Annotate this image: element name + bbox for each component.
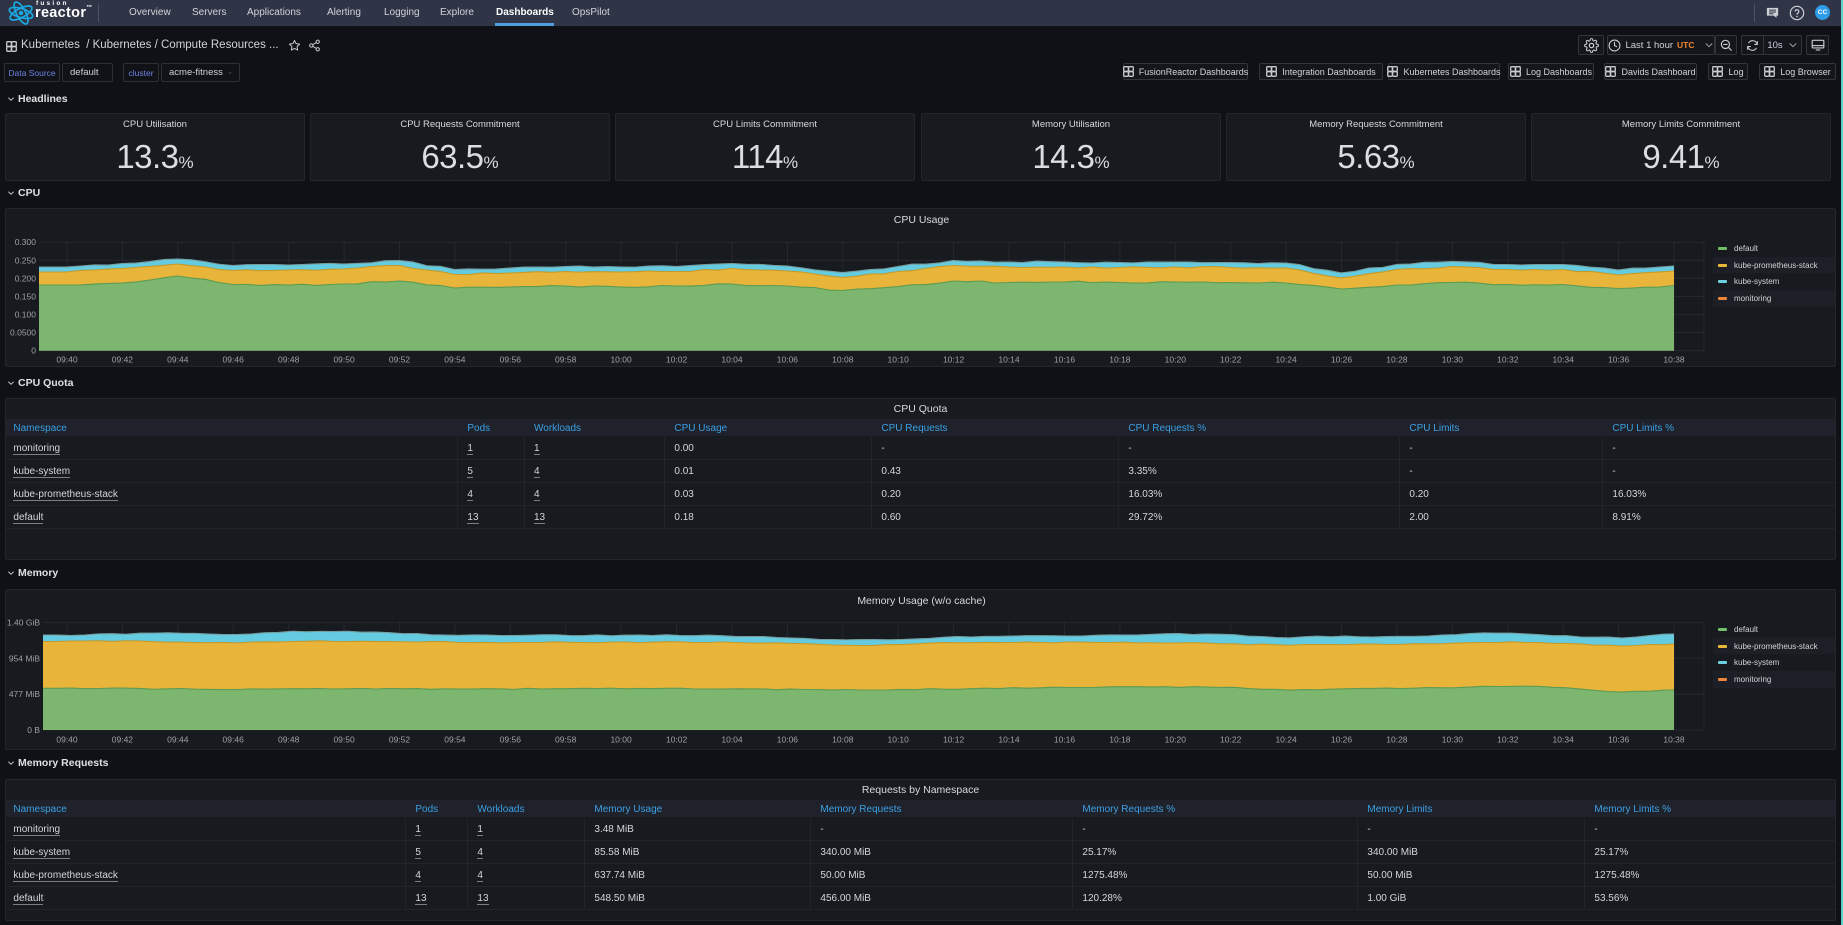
svg-text:10:28: 10:28	[1386, 735, 1408, 745]
svg-text:09:56: 09:56	[500, 355, 522, 365]
svg-text:10:06: 10:06	[777, 355, 799, 365]
svg-text:0.0500: 0.0500	[10, 328, 36, 338]
svg-text:10:24: 10:24	[1275, 735, 1297, 745]
svg-text:10:14: 10:14	[998, 355, 1020, 365]
svg-text:09:40: 09:40	[56, 355, 78, 365]
svg-text:10:02: 10:02	[666, 735, 688, 745]
svg-text:10:28: 10:28	[1386, 355, 1408, 365]
svg-text:CPU Usage: CPU Usage	[894, 214, 950, 226]
svg-text:09:44: 09:44	[167, 735, 189, 745]
svg-text:09:58: 09:58	[555, 735, 577, 745]
svg-text:10:30: 10:30	[1442, 735, 1464, 745]
svg-text:0.250: 0.250	[15, 255, 37, 265]
svg-text:10:04: 10:04	[721, 735, 743, 745]
svg-text:10:18: 10:18	[1109, 735, 1131, 745]
svg-text:10:08: 10:08	[832, 355, 854, 365]
svg-text:954 MiB: 954 MiB	[9, 653, 41, 663]
svg-text:09:50: 09:50	[333, 355, 355, 365]
svg-text:09:54: 09:54	[444, 355, 466, 365]
svg-text:10:08: 10:08	[832, 735, 854, 745]
svg-text:09:48: 09:48	[278, 355, 300, 365]
svg-text:10:18: 10:18	[1109, 355, 1131, 365]
svg-text:09:56: 09:56	[500, 735, 522, 745]
svg-text:0.150: 0.150	[15, 291, 37, 301]
svg-text:09:40: 09:40	[56, 735, 78, 745]
svg-text:10:32: 10:32	[1497, 355, 1519, 365]
svg-text:10:12: 10:12	[943, 735, 965, 745]
svg-text:477 MiB: 477 MiB	[9, 689, 41, 699]
svg-text:10:34: 10:34	[1553, 355, 1575, 365]
svg-text:10:14: 10:14	[998, 735, 1020, 745]
svg-text:10:00: 10:00	[610, 735, 632, 745]
svg-text:10:22: 10:22	[1220, 355, 1242, 365]
svg-text:Memory Usage (w/o cache): Memory Usage (w/o cache)	[857, 595, 985, 607]
svg-text:0.200: 0.200	[15, 273, 37, 283]
svg-text:09:42: 09:42	[112, 735, 134, 745]
svg-text:10:36: 10:36	[1608, 355, 1630, 365]
svg-text:10:30: 10:30	[1442, 355, 1464, 365]
svg-text:10:16: 10:16	[1054, 355, 1076, 365]
svg-text:09:42: 09:42	[112, 355, 134, 365]
svg-text:10:24: 10:24	[1275, 355, 1297, 365]
svg-text:10:36: 10:36	[1608, 735, 1630, 745]
svg-text:10:20: 10:20	[1165, 735, 1187, 745]
svg-text:09:48: 09:48	[278, 735, 300, 745]
svg-text:0.300: 0.300	[15, 237, 37, 247]
svg-text:09:46: 09:46	[223, 735, 245, 745]
svg-text:10:26: 10:26	[1331, 355, 1353, 365]
svg-text:10:26: 10:26	[1331, 735, 1353, 745]
svg-text:09:44: 09:44	[167, 355, 189, 365]
svg-text:1.40 GiB: 1.40 GiB	[7, 617, 40, 627]
svg-text:0.100: 0.100	[15, 310, 37, 320]
svg-text:09:46: 09:46	[223, 355, 245, 365]
svg-text:10:38: 10:38	[1663, 355, 1685, 365]
svg-text:10:00: 10:00	[610, 355, 632, 365]
svg-text:10:10: 10:10	[888, 355, 910, 365]
svg-text:0 B: 0 B	[27, 725, 40, 735]
svg-text:09:50: 09:50	[333, 735, 355, 745]
svg-text:10:34: 10:34	[1553, 735, 1575, 745]
svg-text:09:52: 09:52	[389, 735, 411, 745]
svg-text:10:22: 10:22	[1220, 735, 1242, 745]
svg-text:09:54: 09:54	[444, 735, 466, 745]
svg-text:10:20: 10:20	[1165, 355, 1187, 365]
svg-text:10:04: 10:04	[721, 355, 743, 365]
svg-text:10:06: 10:06	[777, 735, 799, 745]
svg-text:10:02: 10:02	[666, 355, 688, 365]
svg-text:0: 0	[31, 346, 36, 356]
svg-text:10:16: 10:16	[1054, 735, 1076, 745]
svg-text:10:10: 10:10	[888, 735, 910, 745]
svg-text:10:38: 10:38	[1663, 735, 1685, 745]
svg-text:10:32: 10:32	[1497, 735, 1519, 745]
svg-text:10:12: 10:12	[943, 355, 965, 365]
svg-text:09:58: 09:58	[555, 355, 577, 365]
svg-text:09:52: 09:52	[389, 355, 411, 365]
